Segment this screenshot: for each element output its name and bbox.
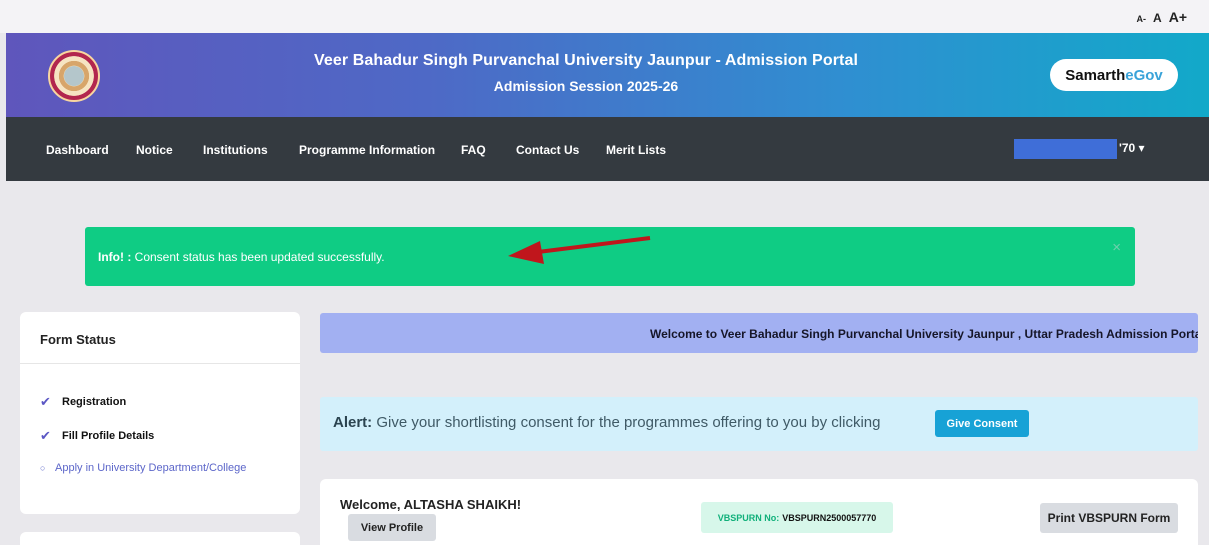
session-subtitle: Admission Session 2025-26 (493, 78, 679, 94)
circle-icon: ○ (40, 463, 46, 473)
nav-institutions[interactable]: Institutions (203, 143, 268, 157)
secondary-card (20, 532, 300, 545)
nav-notice[interactable]: Notice (136, 143, 173, 157)
font-size-controls: A- A A+ (1137, 9, 1187, 25)
nav-dashboard[interactable]: Dashboard (46, 143, 109, 157)
red-arrow-annotation (508, 236, 651, 264)
font-increase-button[interactable]: A+ (1169, 9, 1187, 25)
portal-header: Veer Bahadur Singh Purvanchal University… (6, 33, 1209, 117)
view-profile-button[interactable]: View Profile (348, 514, 436, 541)
step-label: Fill Profile Details (62, 430, 155, 442)
nav-programme-information[interactable]: Programme Information (299, 143, 435, 157)
alert-message: Consent status has been updated successf… (134, 250, 385, 264)
check-icon: ✔ (40, 394, 51, 409)
close-icon[interactable]: × (1112, 239, 1121, 256)
consent-alert-prefix: Alert: (333, 414, 373, 431)
status-list: ✔ Registration ✔ Fill Profile Details ○ … (20, 364, 300, 474)
user-dropdown[interactable]: '70 ▾ (1119, 141, 1145, 155)
status-step-profile: ✔ Fill Profile Details (40, 428, 300, 444)
status-step-registration: ✔ Registration (40, 394, 300, 410)
portal-title-block: Veer Bahadur Singh Purvanchal University… (266, 52, 906, 94)
main-navbar: Dashboard Notice Institutions Programme … (6, 117, 1209, 181)
portal-title: Veer Bahadur Singh Purvanchal University… (313, 52, 859, 69)
consent-alert-text: Alert: Give your shortlisting consent fo… (333, 414, 880, 431)
nav-faq[interactable]: FAQ (461, 143, 486, 157)
give-consent-button[interactable]: Give Consent (935, 410, 1029, 437)
welcome-marquee: Welcome to Veer Bahadur Singh Purvanchal… (320, 313, 1198, 353)
nav-contact-us[interactable]: Contact Us (516, 143, 579, 157)
check-icon: ✔ (40, 428, 51, 443)
step-label: Registration (62, 396, 127, 408)
samarth-egov-logo[interactable]: Samarth eGov (1050, 59, 1178, 91)
redacted-username (1014, 139, 1117, 159)
reg-number-label: VBSPURN No: (717, 512, 780, 523)
consent-alert-message: Give your shortlisting consent for the p… (376, 414, 881, 431)
font-decrease-button[interactable]: A- (1137, 14, 1147, 24)
registration-number-badge: VBSPURN No: VBSPURN2500057770 (701, 502, 893, 533)
print-form-button[interactable]: Print VBSPURN Form (1040, 503, 1178, 533)
welcome-card: Welcome, ALTASHA SHAIKH! View Profile VB… (320, 479, 1198, 545)
welcome-greeting: Welcome, ALTASHA SHAIKH! (340, 497, 522, 512)
step-label[interactable]: Apply in University Department/College (55, 462, 246, 474)
top-strip: A- A A+ (0, 0, 1209, 33)
font-normal-button[interactable]: A (1153, 11, 1162, 25)
success-alert-text: Info! : Consent status has been updated … (98, 250, 385, 264)
brand-part1: Samarth (1065, 66, 1126, 84)
consent-alert: Alert: Give your shortlisting consent fo… (320, 397, 1198, 451)
alert-prefix: Info! : (98, 250, 132, 264)
form-status-title: Form Status (20, 312, 300, 364)
status-step-apply[interactable]: ○ Apply in University Department/College (40, 462, 300, 474)
reg-number-value: VBSPURN2500057770 (782, 512, 877, 523)
marquee-text: Welcome to Veer Bahadur Singh Purvanchal… (650, 327, 1198, 341)
university-logo (48, 50, 100, 102)
brand-part2: eGov (1125, 66, 1163, 84)
nav-merit-lists[interactable]: Merit Lists (606, 143, 666, 157)
form-status-card: Form Status ✔ Registration ✔ Fill Profil… (20, 312, 300, 514)
